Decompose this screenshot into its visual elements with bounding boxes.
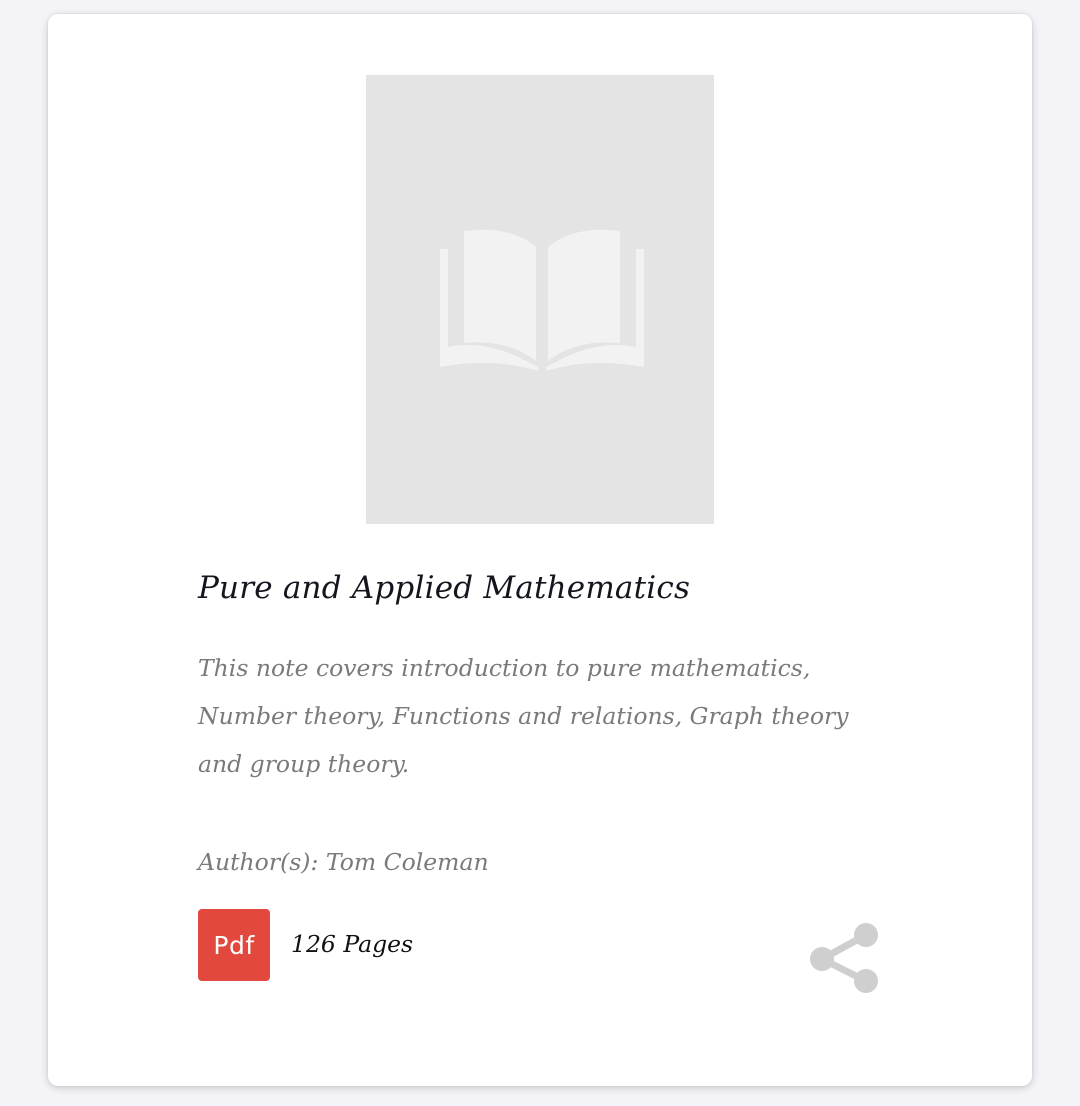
open-book-icon bbox=[440, 229, 644, 371]
pdf-badge-icon[interactable]: Pdf bbox=[198, 909, 270, 981]
book-author: Author(s): Tom Coleman bbox=[198, 848, 489, 876]
pdf-badge-label: Pdf bbox=[213, 930, 255, 960]
book-card: Pure and Applied Mathematics This note c… bbox=[48, 14, 1032, 1086]
book-description: This note covers introduction to pure ma… bbox=[198, 654, 849, 778]
book-title[interactable]: Pure and Applied Mathematics bbox=[198, 566, 898, 610]
book-cover-placeholder[interactable] bbox=[366, 75, 714, 524]
share-button[interactable] bbox=[808, 922, 882, 996]
share-icon bbox=[810, 923, 878, 993]
page-count: 126 Pages bbox=[291, 930, 414, 958]
